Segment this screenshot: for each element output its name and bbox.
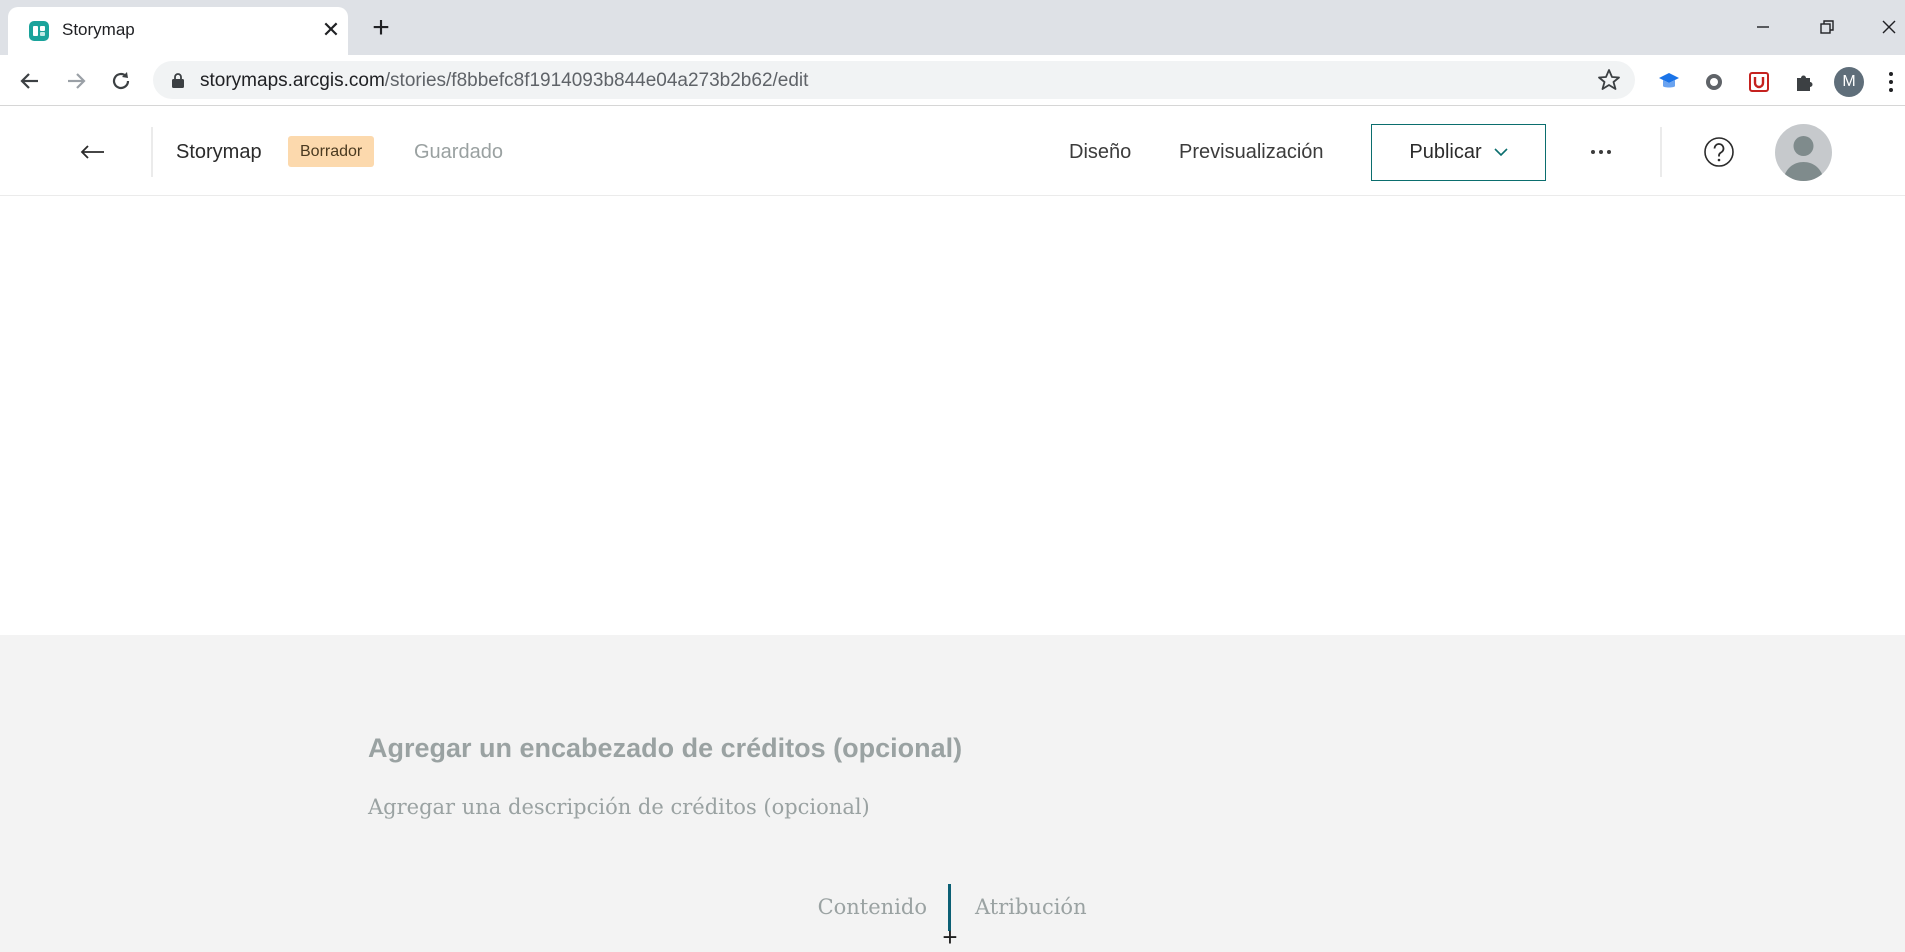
user-avatar-icon[interactable]: [1775, 124, 1832, 181]
browser-toolbar: storymaps.arcgis.com/stories/f8bbefc8f19…: [0, 55, 1905, 106]
save-status: Guardado: [414, 141, 503, 163]
lock-icon: [172, 73, 184, 88]
forward-icon[interactable]: [59, 64, 93, 98]
header-divider: [1660, 127, 1662, 177]
draft-status-badge: Borrador: [288, 136, 375, 167]
url-path: /stories/f8bbefc8f1914093b844e04a273b2b6…: [384, 70, 809, 91]
credits-description-input[interactable]: Agregar una descripción de créditos (opc…: [368, 795, 870, 819]
minimize-icon[interactable]: [1746, 10, 1780, 44]
credits-section: Agregar un encabezado de créditos (opcio…: [0, 635, 1905, 952]
help-icon[interactable]: [1703, 136, 1735, 168]
reload-icon[interactable]: [104, 64, 138, 98]
restore-icon[interactable]: [1810, 10, 1844, 44]
header-divider: [151, 127, 153, 177]
design-button[interactable]: Diseño: [1069, 141, 1131, 164]
ellipsis-icon[interactable]: [1584, 135, 1618, 169]
publish-button[interactable]: Publicar: [1371, 124, 1546, 181]
browser-tab[interactable]: Storymap ✕: [8, 7, 348, 55]
address-bar[interactable]: storymaps.arcgis.com/stories/f8bbefc8f19…: [153, 61, 1635, 99]
new-tab-button[interactable]: +: [366, 13, 396, 44]
publish-label: Publicar: [1409, 141, 1482, 163]
preview-button[interactable]: Previsualización: [1179, 141, 1324, 164]
credits-content-column[interactable]: Contenido: [818, 895, 927, 919]
credits-attribution-column[interactable]: Atribución: [975, 895, 1087, 919]
arrow-left-icon[interactable]: [76, 135, 110, 169]
star-icon[interactable]: [1596, 67, 1622, 93]
extension-graduation-icon[interactable]: [1655, 68, 1683, 96]
browser-profile-avatar[interactable]: M: [1834, 67, 1864, 97]
url-text: storymaps.arcgis.com/stories/f8bbefc8f19…: [200, 70, 808, 92]
extension-circle-icon[interactable]: [1700, 68, 1728, 96]
credits-heading-input[interactable]: Agregar un encabezado de créditos (opcio…: [368, 733, 962, 764]
tab-title: Storymap: [62, 20, 135, 39]
browser-tab-strip: Storymap ✕ +: [0, 0, 1905, 55]
story-title[interactable]: Storymap: [176, 141, 262, 164]
extension-shield-icon[interactable]: [1745, 68, 1773, 96]
kebab-icon[interactable]: [1884, 67, 1898, 97]
window-close-icon[interactable]: [1872, 10, 1905, 44]
add-credit-button[interactable]: +: [939, 924, 961, 950]
puzzle-icon[interactable]: [1790, 68, 1818, 96]
back-icon[interactable]: [13, 64, 47, 98]
storymap-header: Storymap Borrador Guardado Diseño Previs…: [0, 107, 1905, 196]
url-host: storymaps.arcgis.com: [200, 70, 385, 91]
story-canvas: [0, 197, 1905, 635]
chevron-down-icon: [1494, 148, 1508, 157]
storymaps-favicon: [29, 21, 49, 41]
close-icon[interactable]: ✕: [318, 17, 344, 43]
